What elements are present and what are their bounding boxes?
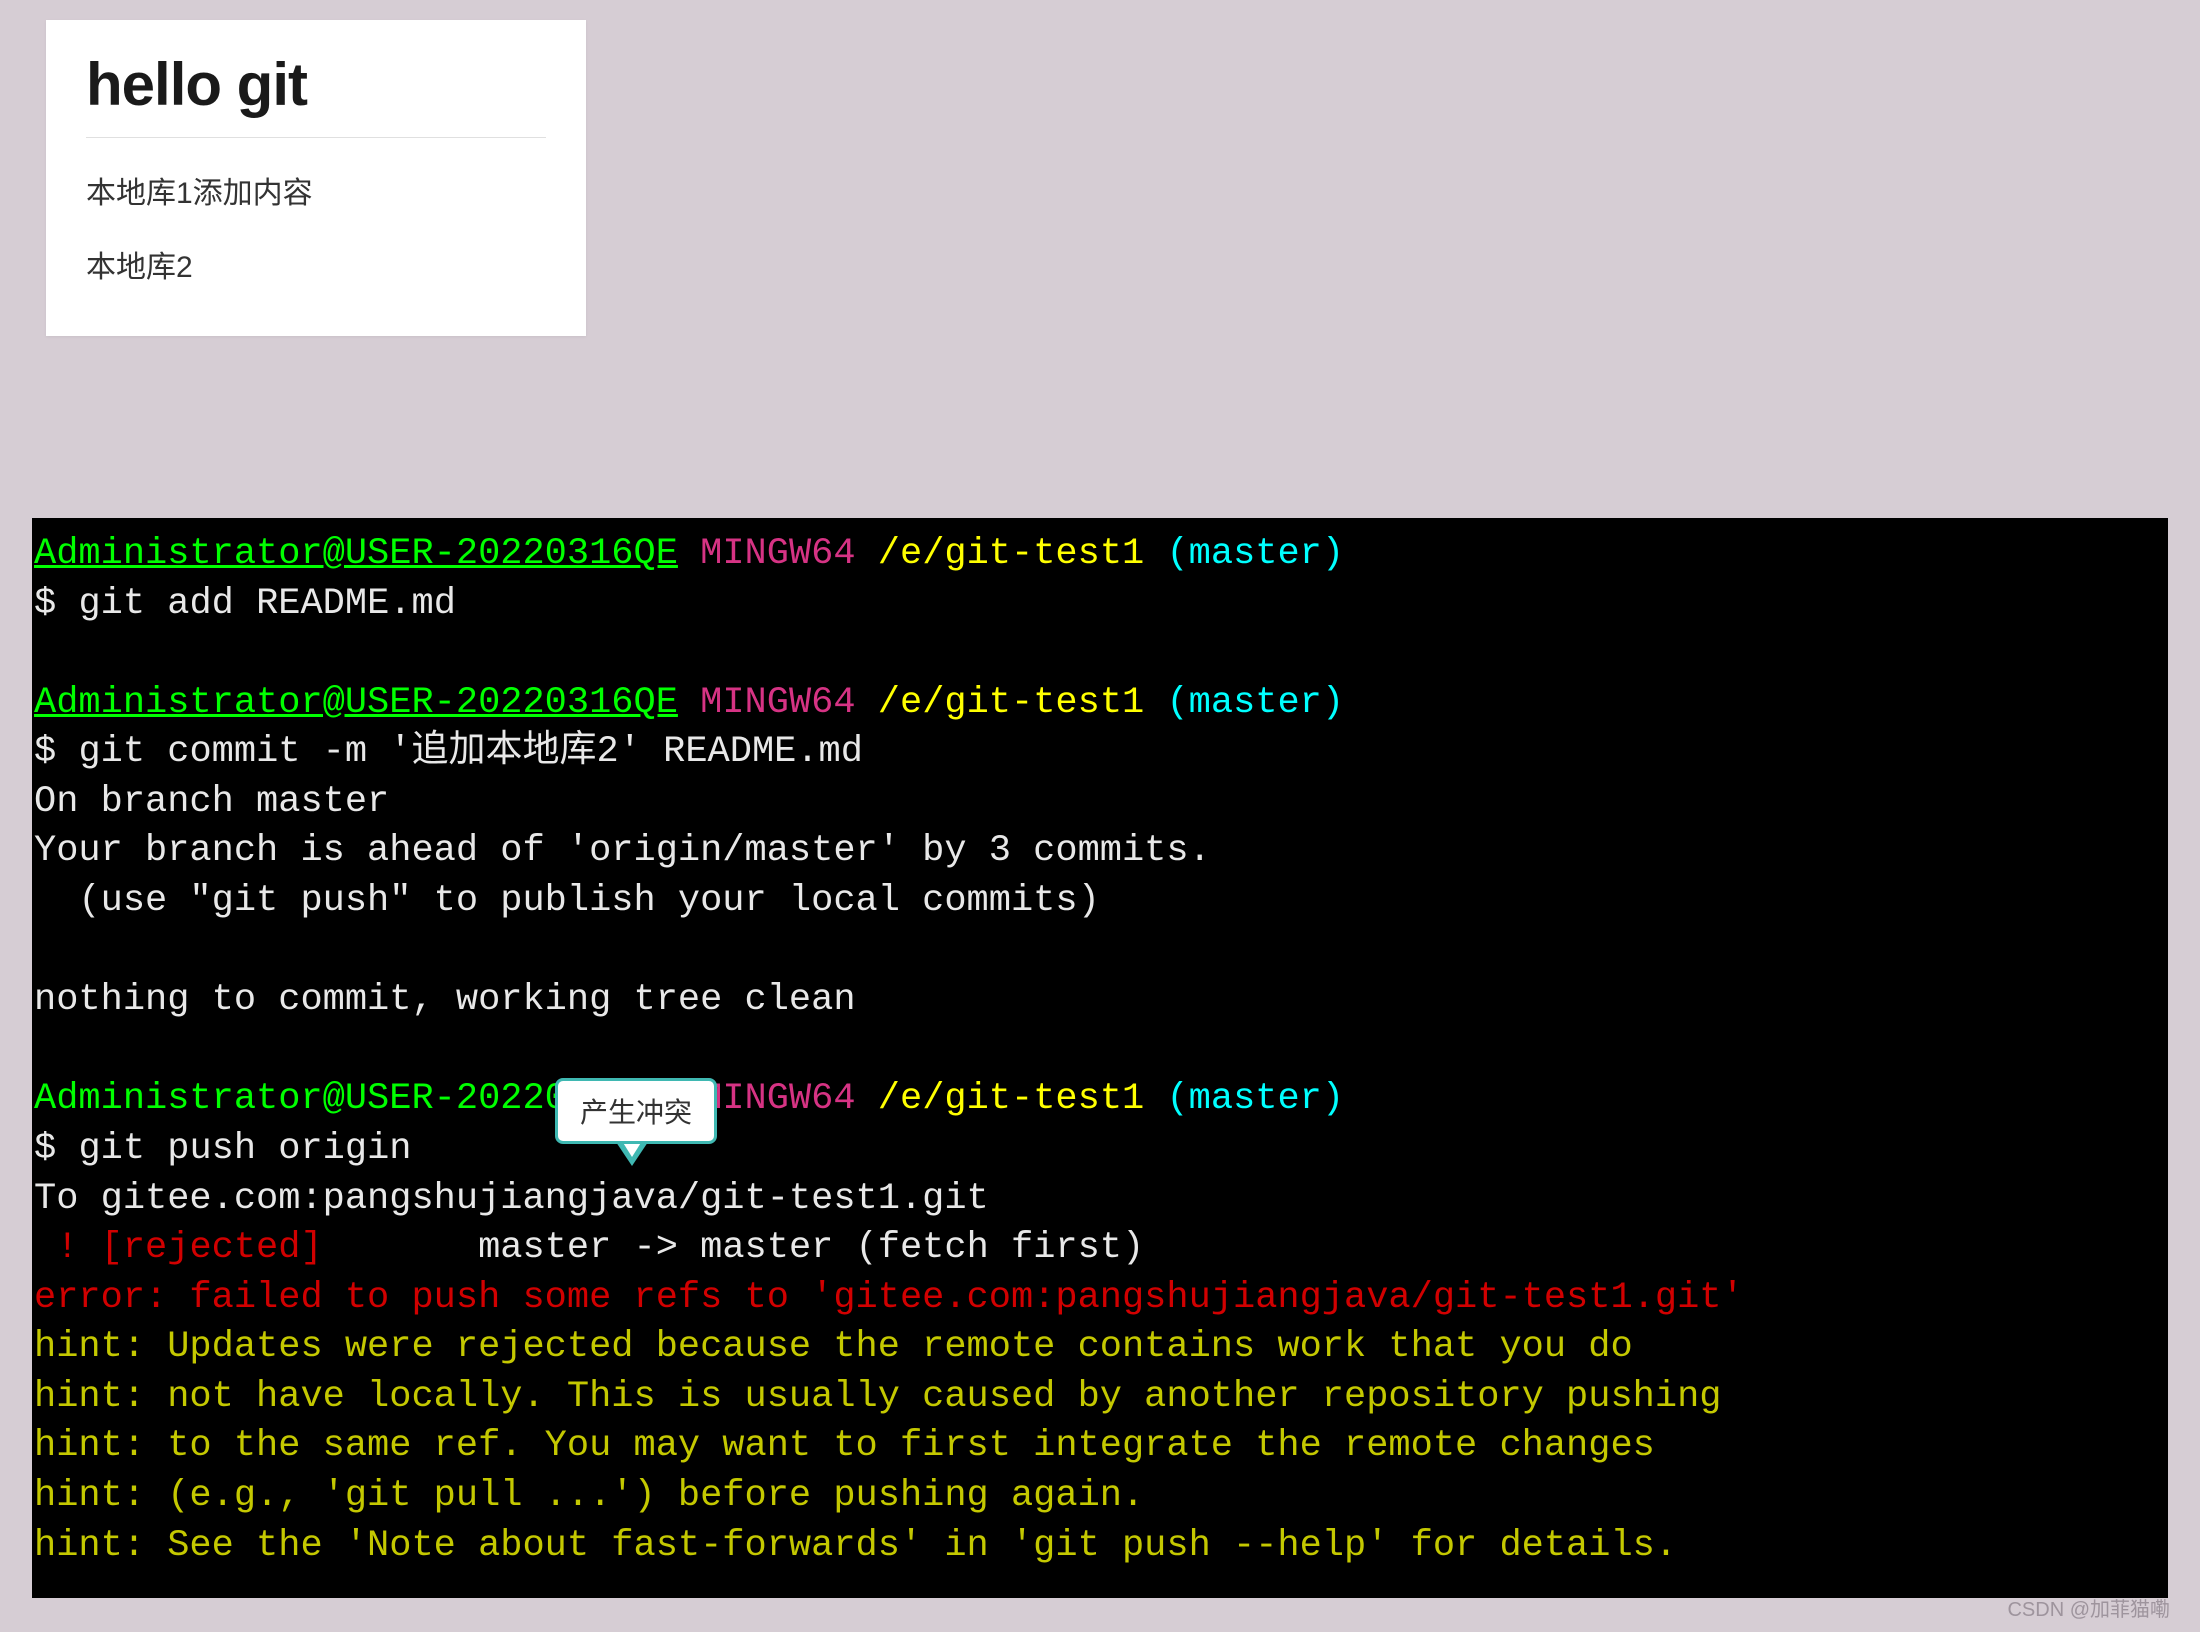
prompt-env: MINGW64 — [700, 533, 855, 575]
terminal-output: Your branch is ahead of 'origin/master' … — [34, 830, 1211, 872]
readme-card: hello git 本地库1添加内容 本地库2 — [46, 20, 586, 336]
terminal-rejected-bang: ! — [34, 1227, 101, 1269]
prompt-path: /e/git-test1 — [878, 682, 1144, 724]
terminal-output: (use "git push" to publish your local co… — [34, 880, 1100, 922]
terminal-output: nothing to commit, working tree clean — [34, 979, 856, 1021]
prompt-path: /e/git-test1 — [878, 533, 1144, 575]
terminal-hint: hint: Updates were rejected because the … — [34, 1326, 1633, 1368]
terminal-rejected-rest: master -> master (fetch first) — [323, 1227, 1145, 1269]
terminal-hint: hint: to the same ref. You may want to f… — [34, 1425, 1655, 1467]
terminal-output: To gitee.com:pangshujiangjava/git-test1.… — [34, 1178, 989, 1220]
terminal-command: git add README.md — [78, 583, 455, 625]
terminal-command-cn: 追加本地库2 — [412, 731, 619, 773]
prompt-branch: (master) — [1166, 533, 1344, 575]
terminal-command: ' README.md — [619, 731, 863, 773]
prompt-env: MINGW64 — [700, 1078, 855, 1120]
terminal-command: git commit -m ' — [78, 731, 411, 773]
terminal-hint: hint: (e.g., 'git pull ...') before push… — [34, 1475, 1144, 1517]
terminal-output: On branch master — [34, 781, 389, 823]
terminal-command: git push origin — [78, 1128, 411, 1170]
prompt-symbol: $ — [34, 583, 56, 625]
prompt-user-host: Administrator@USER-20220316QE — [34, 533, 678, 575]
prompt-branch: (master) — [1166, 1078, 1344, 1120]
annotation-bubble: 产生冲突 — [555, 1078, 717, 1144]
prompt-user-host: Administrator@USER-20220316QE — [34, 682, 678, 724]
prompt-path: /e/git-test1 — [878, 1078, 1144, 1120]
watermark-text: CSDN @加菲猫嘞 — [2007, 1593, 2170, 1622]
terminal-rejected-label: [rejected] — [101, 1227, 323, 1269]
terminal-error: error: failed to push some refs to 'gite… — [34, 1277, 1744, 1319]
prompt-env: MINGW64 — [700, 682, 855, 724]
prompt-symbol: $ — [34, 731, 56, 773]
terminal-hint: hint: See the 'Note about fast-forwards'… — [34, 1525, 1677, 1567]
prompt-branch: (master) — [1166, 682, 1344, 724]
annotation-text: 产生冲突 — [580, 1097, 692, 1128]
readme-item: 本地库2 — [86, 242, 546, 286]
readme-title: hello git — [86, 50, 546, 138]
readme-item: 本地库1添加内容 — [86, 168, 546, 212]
prompt-symbol: $ — [34, 1128, 56, 1170]
terminal-hint: hint: not have locally. This is usually … — [34, 1376, 1721, 1418]
terminal-window[interactable]: Administrator@USER-20220316QE MINGW64 /e… — [32, 518, 2168, 1598]
